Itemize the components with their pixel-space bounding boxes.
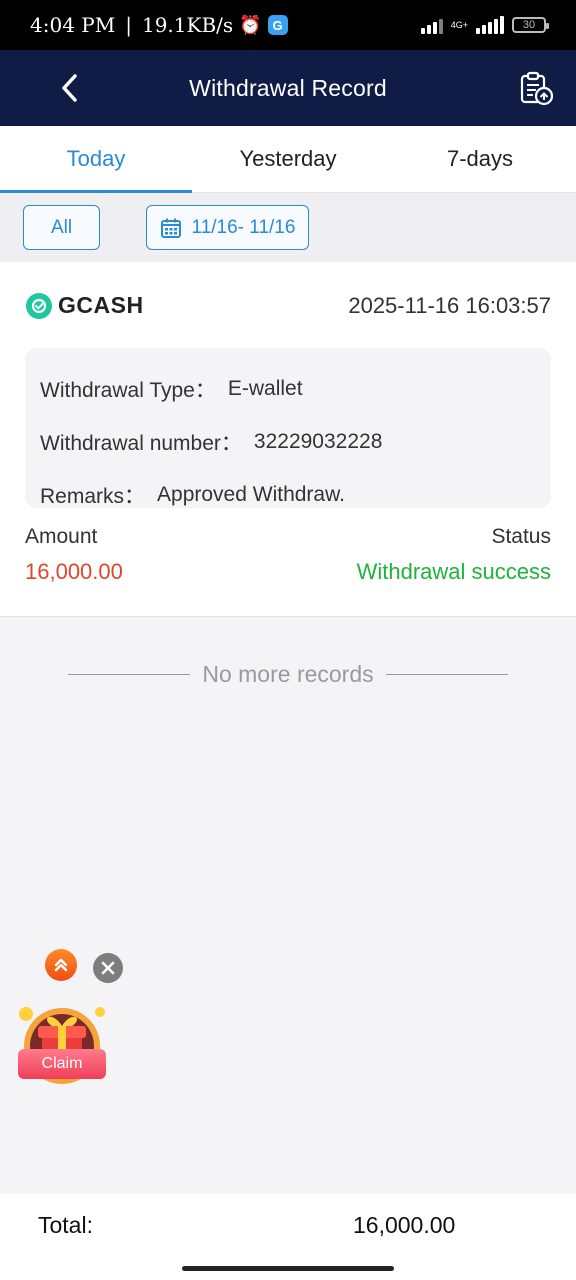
total-value: 16,000.00 [353,1212,456,1238]
provider: GCASH [26,292,144,319]
amount-column: Amount 16,000.00 [25,525,123,585]
status-column: Status Withdrawal success [357,525,551,585]
close-icon [101,961,115,975]
amount-status-row: Amount 16,000.00 Status Withdrawal succe… [25,525,551,585]
remarks-label: Remarks： [40,484,146,508]
date-tabs: Today Yesterday 7-days [0,126,576,193]
app-header: Withdrawal Record [0,50,576,126]
close-promo-button[interactable] [93,953,123,983]
remarks-row: Remarks： Approved Withdraw. [40,468,536,521]
page-title: Withdrawal Record [189,74,387,101]
date-range-label: 11/16- 11/16 [191,216,296,238]
app-notification-icon: G [267,15,288,35]
clipboard-upload-button[interactable] [516,68,556,108]
calendar-icon [160,218,181,238]
filter-all-button[interactable]: All [23,205,100,250]
list-end-indicator: No more records [68,658,508,690]
withdrawal-type-value: E-wallet [227,376,303,400]
amount-value: 16,000.00 [25,559,123,584]
date-range-button[interactable]: 11/16- 11/16 [146,205,309,250]
clipboard-upload-icon [520,71,554,106]
record-header: GCASH 2025-11-16 16:03:57 [26,292,551,319]
status-bar: 4:04 PM | 19.1KB/s ⏰ G 4G+ 30 [0,0,576,50]
back-button[interactable] [50,68,90,108]
amount-label: Amount [25,525,98,548]
status-label: Status [491,525,551,548]
record-datetime: 2025-11-16 16:03:57 [348,292,551,318]
status-value: Withdrawal success [356,559,551,584]
remarks-value: Approved Withdraw. [157,482,345,506]
gcash-logo-icon [26,292,52,319]
withdrawal-number-row: Withdrawal number： 32229032228 [40,415,536,468]
double-chevron-up-icon [54,958,68,972]
chevron-left-icon [62,74,77,102]
divider-left [68,673,191,675]
no-more-records-text: No more records [202,660,374,687]
tab-7-days[interactable]: 7-days [384,126,576,192]
status-speed: 19.1KB/s [141,13,234,37]
tab-yesterday[interactable]: Yesterday [192,126,384,192]
battery-level: 30 [522,19,536,31]
provider-name: GCASH [58,292,144,318]
record-details: Withdrawal Type： E-wallet Withdrawal num… [25,348,551,508]
cell-signal-icon [476,16,504,34]
withdrawal-record-card: GCASH 2025-11-16 16:03:57 Withdrawal Typ… [0,262,576,617]
status-right: 4G+ 30 [420,16,549,34]
alarm-icon: ⏰ [239,14,262,36]
status-time: 4:04 PM [30,13,116,37]
withdrawal-number-value: 32229032228 [253,429,383,453]
withdrawal-type-row: Withdrawal Type： E-wallet [40,362,536,415]
battery-icon: 30 [512,17,549,33]
filter-bar: All 11/16- 11/16 [0,193,576,262]
tab-today[interactable]: Today [0,126,192,193]
divider-right [385,673,508,675]
withdrawal-number-label: Withdrawal number： [40,431,242,455]
total-label: Total: [38,1212,93,1238]
scroll-top-button[interactable] [45,949,77,981]
wifi-signal-icon [420,16,443,34]
home-indicator[interactable] [182,1266,394,1271]
network-type: 4G+ [450,19,468,30]
withdrawal-type-label: Withdrawal Type： [40,378,216,402]
claim-button[interactable]: Claim [18,1049,106,1079]
status-separator: | [125,13,132,37]
status-left: 4:04 PM | 19.1KB/s ⏰ G [30,13,288,37]
total-footer: Total: 16,000.00 [0,1194,576,1280]
